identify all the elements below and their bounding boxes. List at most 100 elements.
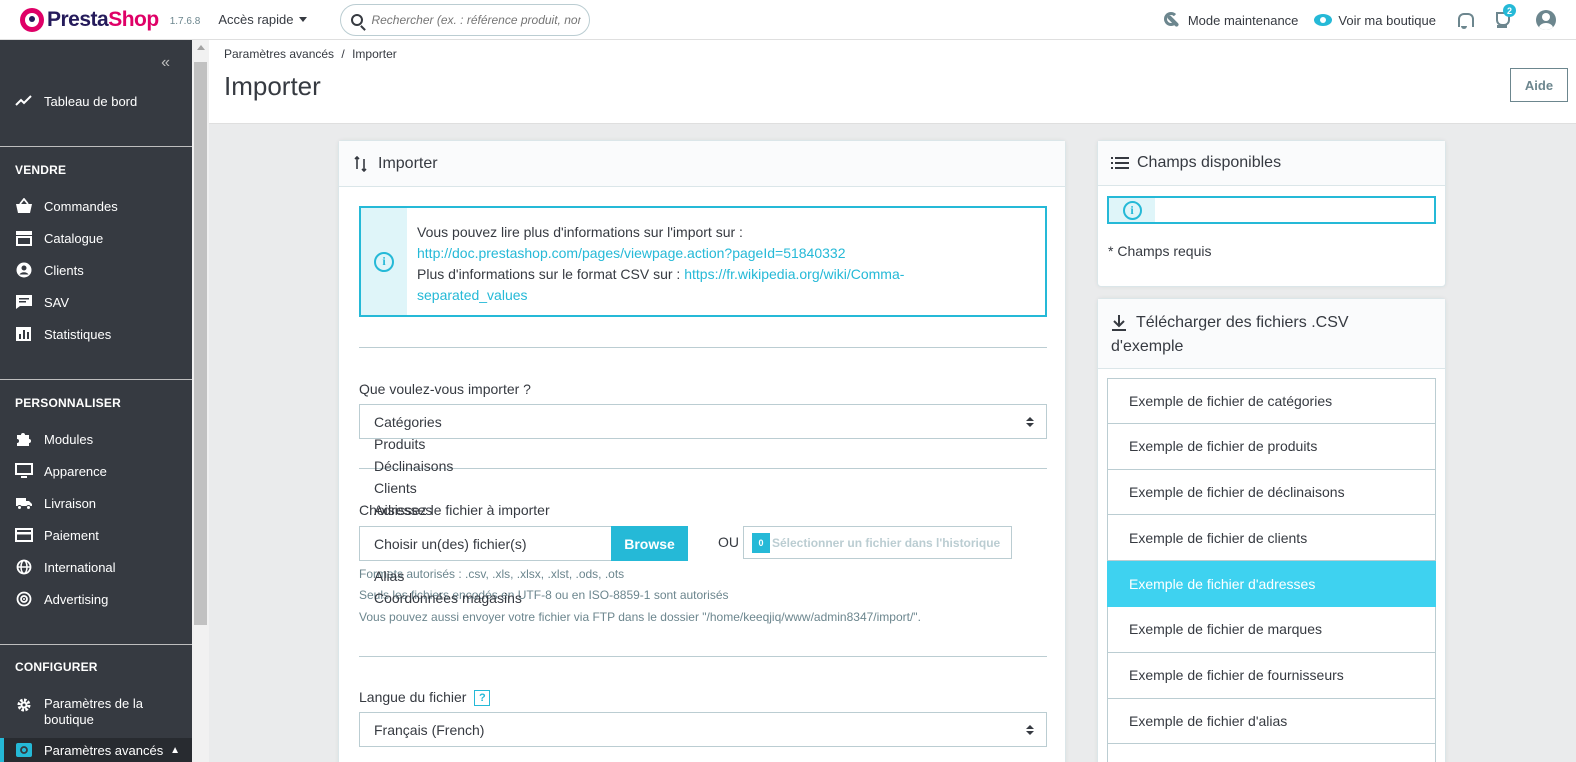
trophy-icon[interactable]: 2 [1492, 4, 1516, 29]
sidebar-divider [0, 379, 192, 380]
user-avatar-icon[interactable] [1536, 10, 1556, 30]
csv-example-brands[interactable]: Exemple de fichier de marques [1107, 606, 1436, 653]
credit-card-icon [15, 528, 33, 542]
view-shop-link[interactable]: Voir ma boutique [1314, 13, 1436, 28]
select-arrows-icon [1026, 417, 1034, 427]
import-card-title: Importer [378, 154, 438, 172]
breadcrumb-parent-link[interactable]: Paramètres avancés [224, 47, 334, 61]
divider [359, 347, 1047, 348]
csv-example-addresses[interactable]: Exemple de fichier d'adresses [1107, 561, 1436, 607]
history-count-badge: 0 [752, 532, 770, 553]
trending-up-icon [15, 95, 32, 106]
file-history-button[interactable]: 0 Sélectionner un fichier dans l'histori… [743, 526, 1012, 559]
scroll-up-arrow-icon[interactable] [197, 45, 205, 50]
chat-icon [16, 295, 32, 309]
eye-icon [1314, 14, 1333, 26]
available-fields-title: Champs disponibles [1137, 154, 1282, 171]
select-option[interactable]: Produits [374, 436, 425, 452]
section-title-vendre: VENDRE [15, 163, 67, 177]
sidebar-item-modules[interactable]: Modules [0, 429, 192, 449]
csv-example-alias[interactable]: Exemple de fichier d'alias [1107, 698, 1436, 745]
sidebar-item-statistiques[interactable]: Statistiques [0, 324, 192, 344]
scrollbar-thumb[interactable] [194, 62, 207, 625]
basket-icon [16, 198, 32, 213]
search-icon[interactable] [351, 13, 364, 26]
search-box[interactable] [340, 3, 591, 36]
help-button[interactable]: Aide [1510, 68, 1568, 102]
csv-example-combinations[interactable]: Exemple de fichier de déclinaisons [1107, 469, 1436, 516]
what-to-import-label: Que voulez-vous importer ? [359, 381, 531, 397]
required-fields-note: * Champs requis [1108, 243, 1212, 259]
sidebar-item-dashboard[interactable]: Tableau de bord [0, 91, 192, 111]
ftp-help: Vous pouvez aussi envoyer votre fichier … [359, 610, 921, 624]
import-export-icon [354, 155, 367, 172]
collapse-sidebar-icon[interactable]: « [161, 54, 170, 72]
wrench-icon [1163, 12, 1182, 28]
sidebar-item-parametres-avances[interactable]: Paramètres avancés ▲ [0, 738, 192, 762]
sidebar-item-catalogue[interactable]: Catalogue [0, 228, 192, 248]
logo-text: PrestaShop [47, 7, 159, 31]
puzzle-icon [17, 433, 31, 446]
sidebar-item-sav[interactable]: SAV [0, 292, 192, 312]
bell-icon[interactable] [1456, 12, 1474, 29]
download-icon [1112, 315, 1126, 331]
csv-examples-card: Télécharger des fichiers .CSV d'exemple … [1097, 298, 1446, 762]
sidebar-item-apparence[interactable]: Apparence [0, 461, 192, 481]
available-fields-card: Champs disponibles i * Champs requis [1097, 140, 1446, 287]
wikipedia-link[interactable]: https://fr.wikipedia.org/wiki/Comma- [684, 266, 904, 282]
select-option[interactable]: Clients [374, 480, 417, 496]
sidebar-item-clients[interactable]: Clients [0, 260, 192, 280]
breadcrumb-separator: / [341, 47, 345, 61]
store-icon [16, 231, 32, 246]
or-label: OU [718, 534, 739, 550]
bar-chart-icon [16, 327, 31, 341]
file-language-select[interactable]: Français (French) [359, 712, 1047, 747]
list-icon [1111, 157, 1129, 169]
gear-icon [17, 698, 31, 712]
csv-example-customers[interactable]: Exemple de fichier de clients [1107, 515, 1436, 562]
help-tooltip-icon[interactable]: ? [474, 690, 491, 707]
csv-example-suppliers[interactable]: Exemple de fichier de fournisseurs [1107, 652, 1436, 699]
sidebar-item-livraison[interactable]: Livraison [0, 493, 192, 513]
desktop-icon [15, 463, 33, 478]
select-option[interactable]: Alias [374, 568, 404, 584]
section-title-personnaliser: PERSONNALISER [15, 396, 121, 410]
divider [359, 656, 1047, 657]
csv-example-list: Exemple de fichier de catégories Exemple… [1107, 378, 1436, 762]
info-icon: i [1122, 200, 1142, 220]
csv-example-more[interactable] [1107, 744, 1436, 762]
csv-example-categories[interactable]: Exemple de fichier de catégories [1107, 378, 1436, 424]
version-label: 1.7.6.8 [169, 16, 201, 27]
wikipedia-link-continued[interactable]: separated_values [417, 285, 904, 306]
info-alert: i Vous pouvez lire plus d'informations s… [359, 206, 1047, 317]
sidebar-scrollbar[interactable] [192, 40, 209, 762]
sidebar-item-parametres-boutique[interactable]: Paramètres de la boutique [0, 696, 192, 730]
csv-example-products[interactable]: Exemple de fichier de produits [1107, 423, 1436, 470]
section-title-configurer: CONFIGURER [15, 660, 98, 674]
csv-examples-title: Télécharger des fichiers .CSV d'exemple [1111, 314, 1349, 355]
prestashop-logo[interactable]: PrestaShop [20, 7, 159, 32]
notification-badge: 2 [1503, 4, 1516, 17]
maintenance-link[interactable]: Mode maintenance [1163, 12, 1298, 28]
available-fields-header: Champs disponibles [1098, 141, 1445, 186]
file-chooser-input[interactable]: Choisir un(des) fichier(s) [359, 526, 612, 561]
sidebar-item-commandes[interactable]: Commandes [0, 196, 192, 216]
sidebar-item-paiement[interactable]: Paiement [0, 525, 192, 545]
what-to-import-select[interactable]: Catégories [359, 404, 1047, 439]
search-input[interactable] [371, 12, 582, 27]
sidebar-item-advertising[interactable]: Advertising [0, 589, 192, 609]
sidebar-item-international[interactable]: International [0, 557, 192, 577]
select-option[interactable]: Déclinaisons [374, 458, 453, 474]
quick-access-dropdown[interactable]: Accès rapide [218, 12, 308, 27]
page-header: Paramètres avancés / Importer Importer A… [209, 40, 1576, 124]
import-card-header: Importer [339, 141, 1065, 187]
account-circle-icon [16, 262, 32, 278]
caret-down-icon [299, 17, 308, 22]
browse-button[interactable]: Browse [611, 526, 688, 561]
fields-info-sidebar: i [1109, 198, 1155, 222]
select-option[interactable]: Coordonnées magasins [374, 590, 522, 606]
select-option[interactable]: Adresses [374, 502, 432, 518]
sidebar-divider [0, 146, 192, 147]
select-arrows-icon [1026, 725, 1034, 735]
doc-link[interactable]: http://doc.prestashop.com/pages/viewpage… [417, 243, 904, 264]
